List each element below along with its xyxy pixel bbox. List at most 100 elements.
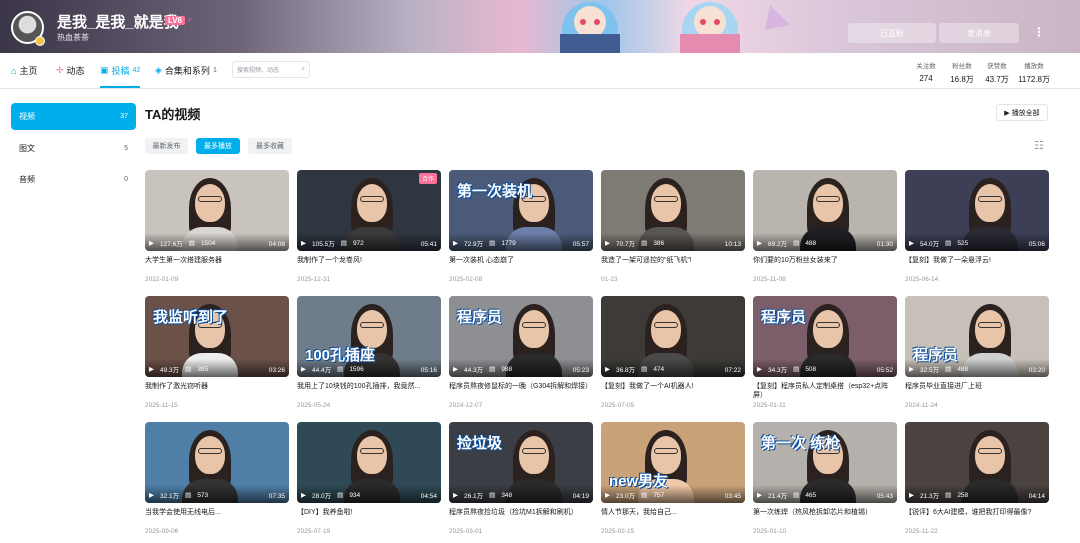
video-card[interactable]: ▶ 21.3万 ▤ 258 04:14 【锐评】6大AI建模，谁把我打印得最像?… (905, 422, 1049, 535)
sidebar-item-article[interactable]: 图文 5 (11, 135, 136, 162)
video-card[interactable]: ▶ 32.1万 ▤ 573 07:35 当我学会使用无线电后... 2025-0… (145, 422, 289, 535)
sidebar-item-audio[interactable]: 音频 0 (11, 166, 136, 193)
tab-dynamic[interactable]: ✢ 动态 (56, 64, 85, 77)
play-count-icon: ▶ (301, 240, 306, 247)
video-meta: ▶ 105.5万 ▤ 972 (301, 238, 364, 249)
video-thumbnail[interactable]: ▶ 21.3万 ▤ 258 04:14 (905, 422, 1049, 503)
video-date: 2025-01-10 (753, 528, 787, 535)
video-thumbnail[interactable]: 程序员 ▶ 34.3万 ▤ 508 05:52 (753, 296, 897, 377)
video-thumbnail[interactable]: 第一次装机 ▶ 72.9万 ▤ 1779 05:57 (449, 170, 593, 251)
stat-following[interactable]: 关注数 274 (906, 60, 946, 83)
stat-label: 关注数 (916, 63, 936, 70)
video-thumbnail[interactable]: ▶ 54.0万 ▤ 525 05:06 (905, 170, 1049, 251)
danmaku-count: 934 (349, 491, 361, 499)
video-title[interactable]: 【复刻】程序员私人定制桌搭（esp32+点阵屏） (753, 382, 897, 400)
thumbnail-face (975, 436, 1005, 474)
video-card[interactable]: 第一次装机 ▶ 72.9万 ▤ 1779 05:57 第一次装机 心态崩了 20… (449, 170, 593, 283)
video-card[interactable]: ▶ 28.0万 ▤ 934 04:54 【DIY】我养鱼啦! 2025-07-1… (297, 422, 441, 535)
video-thumbnail[interactable]: ▶ 69.2万 ▤ 488 01:30 (753, 170, 897, 251)
video-title[interactable]: 你们要的10万粉丝女装来了 (753, 256, 897, 274)
video-title[interactable]: 情人节那天，我给自己... (601, 508, 745, 526)
video-thumbnail[interactable]: 我监听到了 ▶ 49.3万 ▤ 395 03:26 (145, 296, 289, 377)
video-card[interactable]: 合作 ▶ 105.5万 ▤ 972 05:41 我制作了一个龙卷风! 2025-… (297, 170, 441, 283)
play-count: 72.9万 (464, 241, 484, 248)
video-thumbnail[interactable]: ▶ 28.0万 ▤ 934 04:54 (297, 422, 441, 503)
video-card[interactable]: ▶ 36.8万 ▤ 474 07:22 【复刻】我做了一个AI机器人! 2025… (601, 296, 745, 409)
play-count-icon: ▶ (605, 366, 610, 373)
play-count-icon: ▶ (605, 240, 610, 247)
video-title[interactable]: 【复刻】我做了一个AI机器人! (601, 382, 745, 400)
video-title[interactable]: 我造了一架可遥控的“纸飞机”! (601, 256, 745, 274)
video-thumbnail[interactable]: 合作 ▶ 105.5万 ▤ 972 05:41 (297, 170, 441, 251)
video-card[interactable]: 程序员 ▶ 32.5万 ▤ 488 03:20 程序员毕业直接进厂上班 2024… (905, 296, 1049, 409)
message-button[interactable]: 发消息 (939, 23, 1019, 43)
search-input[interactable]: 搜索视频、动态 ⌕ (232, 61, 310, 78)
danmaku-icon: ▤ (945, 366, 952, 373)
thumbnail-glasses (978, 448, 1002, 454)
play-count: 127.6万 (160, 241, 183, 248)
video-title[interactable]: 程序员熬夜捡垃圾（捡坑M1拆解和刷机） (449, 508, 593, 526)
danmaku-count: 988 (501, 365, 513, 373)
video-meta: ▶ 36.8万 ▤ 474 (605, 364, 664, 375)
play-all-button[interactable]: ▶ 播放全部 (996, 104, 1048, 121)
video-duration: 05:41 (420, 241, 437, 248)
video-card[interactable]: 第一次 练枪 ▶ 21.4万 ▤ 465 05:43 第一次练焊（热风枪拆卸芯片… (753, 422, 897, 535)
sort-latest[interactable]: 最新发布 (145, 138, 188, 154)
video-card[interactable]: ▶ 69.2万 ▤ 488 01:30 你们要的10万粉丝女装来了 2025-1… (753, 170, 897, 283)
thumbnail-face (519, 436, 549, 474)
follow-button[interactable]: 已互粉 (848, 23, 936, 43)
video-card[interactable]: 捡垃圾 ▶ 26.1万 ▤ 348 04:19 程序员熬夜捡垃圾（捡坑M1拆解和… (449, 422, 593, 535)
video-duration: 03:26 (268, 367, 285, 374)
video-title[interactable]: 【锐评】6大AI建模，谁把我打印得最像? (905, 508, 1049, 526)
video-duration: 10:13 (724, 241, 741, 248)
stat-followers[interactable]: 粉丝数 16.8万 (942, 60, 982, 85)
video-title[interactable]: 程序员毕业直接进厂上班 (905, 382, 1049, 400)
sort-most-played[interactable]: 最多播放 (196, 138, 240, 154)
video-card[interactable]: 我监听到了 ▶ 49.3万 ▤ 395 03:26 我制作了激光窃听器 2025… (145, 296, 289, 409)
tab-collections[interactable]: ◈ 合集和系列 1 (155, 64, 217, 77)
list-layout-icon[interactable]: ☷ (1034, 139, 1044, 152)
video-thumbnail[interactable]: ▶ 127.6万 ▤ 1504 04:08 (145, 170, 289, 251)
video-title[interactable]: 大学生第一次搭建服务器 (145, 256, 289, 274)
video-thumbnail[interactable]: ▶ 36.8万 ▤ 474 07:22 (601, 296, 745, 377)
video-card[interactable]: ▶ 54.0万 ▤ 525 05:06 【复刻】我做了一朵悬浮云! 2025-0… (905, 170, 1049, 283)
video-title[interactable]: 第一次装机 心态崩了 (449, 256, 593, 274)
video-title[interactable]: 我用上了10块钱的100孔插排，我竟然... (297, 382, 441, 400)
video-card[interactable]: new男友 ▶ 23.0万 ▤ 757 03:45 情人节那天，我给自己... … (601, 422, 745, 535)
video-date: 01-23 (601, 276, 618, 283)
video-title[interactable]: 第一次练焊（热风枪拆卸芯片和植锡） (753, 508, 897, 526)
video-date: 2024-12-07 (449, 402, 483, 409)
video-thumbnail[interactable]: ▶ 70.7万 ▤ 386 10:13 (601, 170, 745, 251)
tab-home[interactable]: ⌂ 主页 (11, 64, 37, 77)
video-title[interactable]: 【DIY】我养鱼啦! (297, 508, 441, 526)
stat-value: 16.8万 (950, 75, 974, 84)
play-count-icon: ▶ (453, 366, 458, 373)
video-thumbnail[interactable]: 第一次 练枪 ▶ 21.4万 ▤ 465 05:43 (753, 422, 897, 503)
video-thumbnail[interactable]: 程序员 ▶ 44.3万 ▤ 988 05:23 (449, 296, 593, 377)
thumbnail-face (195, 436, 225, 474)
sidebar-item-video[interactable]: 视频 37 (11, 103, 136, 130)
more-menu-icon[interactable]: ⋮ (1033, 25, 1045, 39)
thumbnail-face (519, 310, 549, 348)
video-thumbnail[interactable]: 程序员 ▶ 32.5万 ▤ 488 03:20 (905, 296, 1049, 377)
video-title[interactable]: 当我学会使用无线电后... (145, 508, 289, 526)
video-card[interactable]: ▶ 70.7万 ▤ 386 10:13 我造了一架可遥控的“纸飞机”! 01-2… (601, 170, 745, 283)
video-card[interactable]: ▶ 127.6万 ▤ 1504 04:08 大学生第一次搭建服务器 2022-0… (145, 170, 289, 283)
video-card[interactable]: 程序员 ▶ 44.3万 ▤ 988 05:23 程序员熬夜修鼠标的一晚（G304… (449, 296, 593, 409)
sort-most-favorited[interactable]: 最多收藏 (248, 138, 292, 154)
video-title[interactable]: 我制作了激光窃听器 (145, 382, 289, 400)
search-icon[interactable]: ⌕ (302, 66, 305, 73)
video-title[interactable]: 程序员熬夜修鼠标的一晚（G304拆解和焊接） (449, 382, 593, 400)
video-duration: 07:22 (724, 367, 741, 374)
banner-anime-art (560, 2, 790, 53)
video-thumbnail[interactable]: 100孔插座 ▶ 44.4万 ▤ 1596 05:16 (297, 296, 441, 377)
video-thumbnail[interactable]: 捡垃圾 ▶ 26.1万 ▤ 348 04:19 (449, 422, 593, 503)
video-thumbnail[interactable]: new男友 ▶ 23.0万 ▤ 757 03:45 (601, 422, 745, 503)
video-title[interactable]: 我制作了一个龙卷风! (297, 256, 441, 274)
video-title[interactable]: 【复刻】我做了一朵悬浮云! (905, 256, 1049, 274)
video-card[interactable]: 程序员 ▶ 34.3万 ▤ 508 05:52 【复刻】程序员私人定制桌搭（es… (753, 296, 897, 409)
tab-count: 42 (132, 67, 141, 74)
video-card[interactable]: 100孔插座 ▶ 44.4万 ▤ 1596 05:16 我用上了10块钱的100… (297, 296, 441, 409)
tab-uploads[interactable]: ▣ 投稿 42 (100, 64, 140, 77)
video-thumbnail[interactable]: ▶ 32.1万 ▤ 573 07:35 (145, 422, 289, 503)
